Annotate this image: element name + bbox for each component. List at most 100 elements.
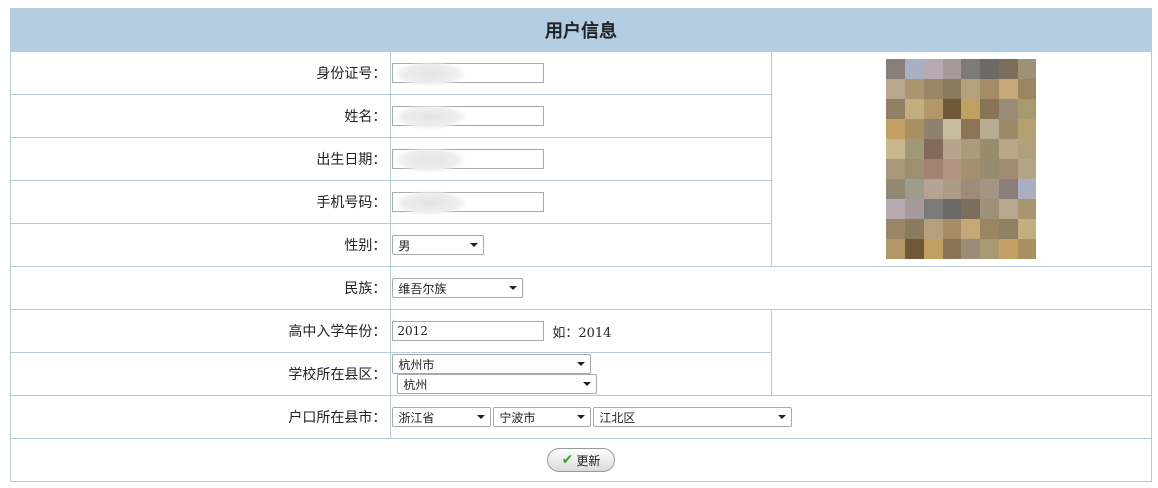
phone-label: 手机号码： (9, 180, 392, 224)
photo-pixel (923, 239, 943, 259)
photo-pixel (998, 219, 1018, 239)
ethnic-label: 民族： (9, 266, 392, 310)
photo-pixel (961, 179, 981, 199)
hukou-province-select[interactable]: 浙江省 (392, 407, 492, 427)
chevron-down-icon (470, 243, 479, 247)
name-label: 姓名： (9, 94, 392, 138)
photo-pixel (886, 159, 906, 179)
photo-pixel (886, 179, 906, 199)
phone-input[interactable] (392, 191, 545, 215)
photo-pixel (942, 219, 962, 239)
photo-pixel (980, 59, 999, 79)
photo-pixel (923, 219, 943, 239)
photo-pixel (980, 99, 999, 119)
id-label: 身份证号： (9, 51, 392, 95)
photo-pixel (942, 139, 962, 159)
photo-pixel (961, 239, 981, 259)
year-label: 高中入学年份： (9, 309, 392, 353)
update-button-label: 更新 (576, 453, 601, 468)
photo-pixel (1017, 239, 1037, 259)
photo-pixel (1017, 119, 1037, 139)
user-photo (886, 59, 1037, 259)
school-label: 学校所在县区： (9, 352, 392, 396)
photo-pixel (923, 199, 943, 219)
photo-pixel (905, 239, 924, 259)
id-number-input[interactable] (392, 62, 545, 86)
photo-pixel (923, 139, 943, 159)
chevron-down-icon (577, 362, 586, 366)
photo-pixel (961, 119, 981, 139)
photo-pixel (998, 159, 1018, 179)
year-input[interactable]: 2012 (392, 321, 545, 341)
photo-pixel (998, 119, 1018, 139)
photo-pixel (980, 79, 999, 99)
photo-pixel (886, 119, 906, 139)
photo-pixel (998, 139, 1018, 159)
photo-pixel (886, 59, 906, 79)
photo-pixel (1017, 139, 1037, 159)
photo-pixel (923, 79, 943, 99)
photo-pixel (905, 119, 924, 139)
ethnic-select[interactable]: 维吾尔族 (392, 278, 524, 298)
birth-label: 出生日期： (9, 137, 392, 181)
photo-pixel (905, 99, 924, 119)
gender-label: 性别： (9, 223, 392, 267)
photo-cell (770, 51, 1153, 267)
update-button[interactable]: ✔ 更新 (546, 448, 616, 472)
photo-pixel (961, 59, 981, 79)
photo-pixel (923, 59, 943, 79)
photo-pixel (905, 79, 924, 99)
photo-pixel (905, 159, 924, 179)
photo-pixel (905, 199, 924, 219)
photo-pixel (961, 79, 981, 99)
photo-pixel (980, 219, 999, 239)
photo-pixel (980, 159, 999, 179)
photo-pixel (923, 119, 943, 139)
name-input[interactable] (392, 105, 545, 129)
hukou-district-select[interactable]: 江北区 (593, 407, 793, 427)
photo-pixel (905, 219, 924, 239)
photo-pixel (998, 179, 1018, 199)
photo-pixel (998, 79, 1018, 99)
school-district-select[interactable]: 杭州 (397, 374, 598, 394)
birth-date-input[interactable] (392, 148, 545, 172)
photo-pixel (886, 199, 906, 219)
photo-pixel (961, 159, 981, 179)
chevron-down-icon (778, 415, 787, 419)
school-city-select[interactable]: 杭州市 (392, 354, 592, 374)
photo-pixel (923, 179, 943, 199)
school-city-value: 杭州市 (398, 357, 435, 372)
photo-pixel (961, 199, 981, 219)
photo-pixel (886, 219, 906, 239)
hukou-label: 户口所在县市： (9, 395, 392, 439)
photo-pixel (1017, 199, 1037, 219)
gender-value: 男 (398, 238, 411, 253)
hukou-city-select[interactable]: 宁波市 (493, 407, 592, 427)
photo-pixel (886, 239, 906, 259)
photo-pixel (942, 59, 962, 79)
photo-pixel (980, 199, 999, 219)
photo-pixel (886, 139, 906, 159)
photo-pixel (942, 239, 962, 259)
photo-pixel (1017, 79, 1037, 99)
photo-pixel (1017, 59, 1037, 79)
photo-pixel (1017, 159, 1037, 179)
photo-pixel (998, 199, 1018, 219)
chevron-down-icon (577, 415, 586, 419)
hukou-province-value: 浙江省 (398, 410, 435, 425)
photo-pixel (905, 139, 924, 159)
photo-pixel (886, 99, 906, 119)
photo-pixel (961, 219, 981, 239)
gender-select[interactable]: 男 (392, 235, 485, 255)
photo-pixel (998, 99, 1018, 119)
hukou-district-value: 江北区 (599, 410, 636, 425)
photo-pixel (980, 119, 999, 139)
photo-pixel (942, 79, 962, 99)
chevron-down-icon (583, 382, 592, 386)
page-title: 用户信息 (10, 8, 1152, 52)
empty-cell (770, 309, 1153, 396)
photo-pixel (905, 179, 924, 199)
photo-pixel (980, 239, 999, 259)
photo-pixel (980, 139, 999, 159)
year-hint: 如：2014 (552, 325, 612, 341)
